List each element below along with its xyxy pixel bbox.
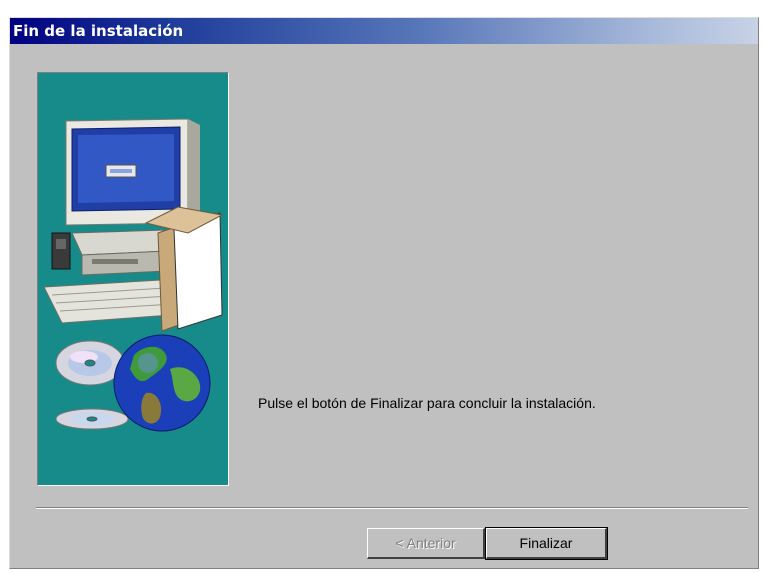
back-button[interactable]: < Anterior bbox=[367, 528, 485, 559]
globe-icon bbox=[113, 334, 211, 432]
setup-illustration-icon bbox=[43, 118, 224, 432]
wizard-illustration bbox=[37, 72, 229, 486]
back-button-label: < Anterior bbox=[395, 535, 456, 551]
window-title: Fin de la instalación bbox=[13, 22, 184, 40]
finish-button-label: Finalizar bbox=[519, 535, 573, 551]
finish-button[interactable]: Finalizar bbox=[485, 527, 608, 560]
title-bar: Fin de la instalación bbox=[10, 18, 758, 44]
button-separator bbox=[36, 507, 748, 509]
completion-message: Pulse el botón de Finalizar para conclui… bbox=[258, 395, 596, 411]
installer-dialog: Fin de la instalación Pulse el botón de … bbox=[9, 17, 759, 569]
